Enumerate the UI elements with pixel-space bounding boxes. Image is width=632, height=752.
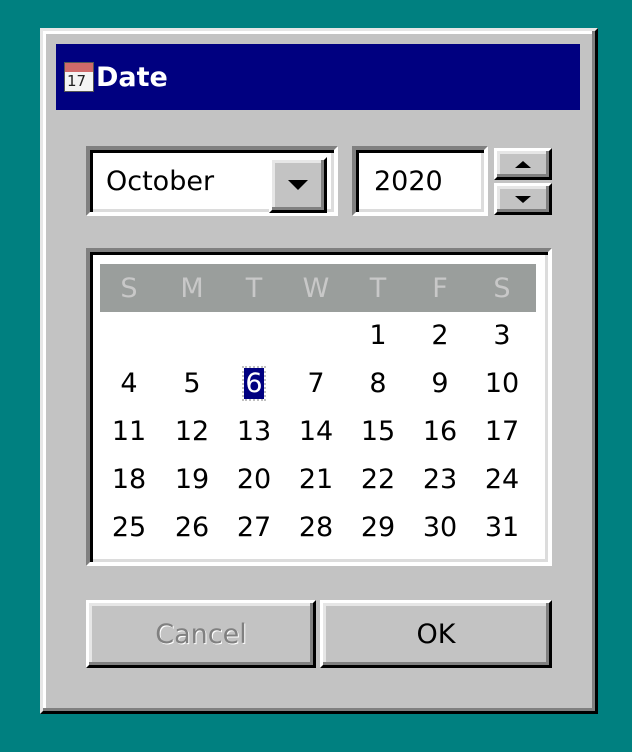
day-number: 4: [120, 367, 138, 399]
day-cell[interactable]: 27: [224, 507, 284, 547]
day-number: 7: [307, 367, 325, 399]
weekday-label: F: [432, 272, 448, 304]
day-number: 27: [236, 511, 272, 543]
weekday-label: S: [120, 272, 138, 304]
day-cell[interactable]: 19: [162, 459, 222, 499]
day-cell[interactable]: 29: [348, 507, 408, 547]
month-value: October: [106, 166, 215, 197]
day-number: 1: [369, 319, 387, 351]
day-cell[interactable]: 15: [348, 411, 408, 451]
day-number: 19: [174, 463, 210, 495]
day-number: 22: [360, 463, 396, 495]
calendar-icon: 17: [64, 62, 94, 92]
chevron-down-icon: [288, 180, 308, 190]
day-cell[interactable]: 7: [286, 363, 346, 403]
title-bar[interactable]: 17 Date: [56, 44, 580, 110]
day-cell[interactable]: 30: [410, 507, 470, 547]
day-cell[interactable]: 12: [162, 411, 222, 451]
cancel-button[interactable]: Cancel: [86, 600, 316, 668]
day-cell[interactable]: 28: [286, 507, 346, 547]
day-cell[interactable]: 10: [472, 363, 532, 403]
day-cell[interactable]: 17: [472, 411, 532, 451]
day-number: 15: [360, 415, 396, 447]
month-select[interactable]: October: [86, 146, 338, 216]
day-number: 11: [111, 415, 147, 447]
day-cell[interactable]: 16: [410, 411, 470, 451]
day-number: 31: [484, 511, 520, 543]
day-number: 3: [493, 319, 511, 351]
day-number: 24: [484, 463, 520, 495]
day-number: 28: [298, 511, 334, 543]
day-number: 17: [484, 415, 520, 447]
day-number: 16: [422, 415, 458, 447]
day-number: 2: [431, 319, 449, 351]
year-value: 2020: [374, 166, 443, 197]
day-number: 30: [422, 511, 458, 543]
day-number: 12: [174, 415, 210, 447]
day-cell[interactable]: 21: [286, 459, 346, 499]
day-number: 6: [242, 365, 266, 401]
month-dropdown-button[interactable]: [269, 157, 327, 213]
arrow-down-icon: [515, 195, 531, 203]
day-number: 20: [236, 463, 272, 495]
day-number: 9: [431, 367, 449, 399]
day-number: 29: [360, 511, 396, 543]
year-down-button[interactable]: [494, 183, 552, 215]
weekday-label: T: [245, 272, 263, 304]
day-cell[interactable]: 18: [99, 459, 159, 499]
day-number: 18: [111, 463, 147, 495]
day-cell[interactable]: 5: [162, 363, 222, 403]
selected-day[interactable]: 6: [224, 363, 284, 403]
day-cell[interactable]: 23: [410, 459, 470, 499]
day-cell[interactable]: 11: [99, 411, 159, 451]
day-cell[interactable]: 2: [410, 315, 470, 355]
day-cell[interactable]: 8: [348, 363, 408, 403]
day-number: 10: [484, 367, 520, 399]
weekday-label: M: [180, 272, 204, 304]
arrow-up-icon: [515, 160, 531, 168]
day-cell[interactable]: 20: [224, 459, 284, 499]
day-cell[interactable]: 26: [162, 507, 222, 547]
day-cell[interactable]: 14: [286, 411, 346, 451]
day-cell[interactable]: 13: [224, 411, 284, 451]
weekday-label: T: [369, 272, 387, 304]
year-field[interactable]: 2020: [352, 146, 488, 216]
window-title: Date: [96, 61, 168, 93]
day-number: 23: [422, 463, 458, 495]
day-number: 21: [298, 463, 334, 495]
day-number: 26: [174, 511, 210, 543]
day-cell[interactable]: 31: [472, 507, 532, 547]
day-number: 8: [369, 367, 387, 399]
day-number: 13: [236, 415, 272, 447]
day-number: 14: [298, 415, 334, 447]
day-cell[interactable]: 3: [472, 315, 532, 355]
weekday-label: S: [493, 272, 511, 304]
day-cell[interactable]: 1: [348, 315, 408, 355]
year-up-button[interactable]: [494, 148, 552, 180]
day-cell[interactable]: 25: [99, 507, 159, 547]
ok-button[interactable]: OK: [320, 600, 552, 668]
day-cell[interactable]: 9: [410, 363, 470, 403]
day-cell[interactable]: 24: [472, 459, 532, 499]
day-cell[interactable]: 22: [348, 459, 408, 499]
day-number: 5: [183, 367, 201, 399]
day-number: 25: [111, 511, 147, 543]
day-cell[interactable]: 4: [99, 363, 159, 403]
weekday-label: W: [302, 272, 330, 304]
